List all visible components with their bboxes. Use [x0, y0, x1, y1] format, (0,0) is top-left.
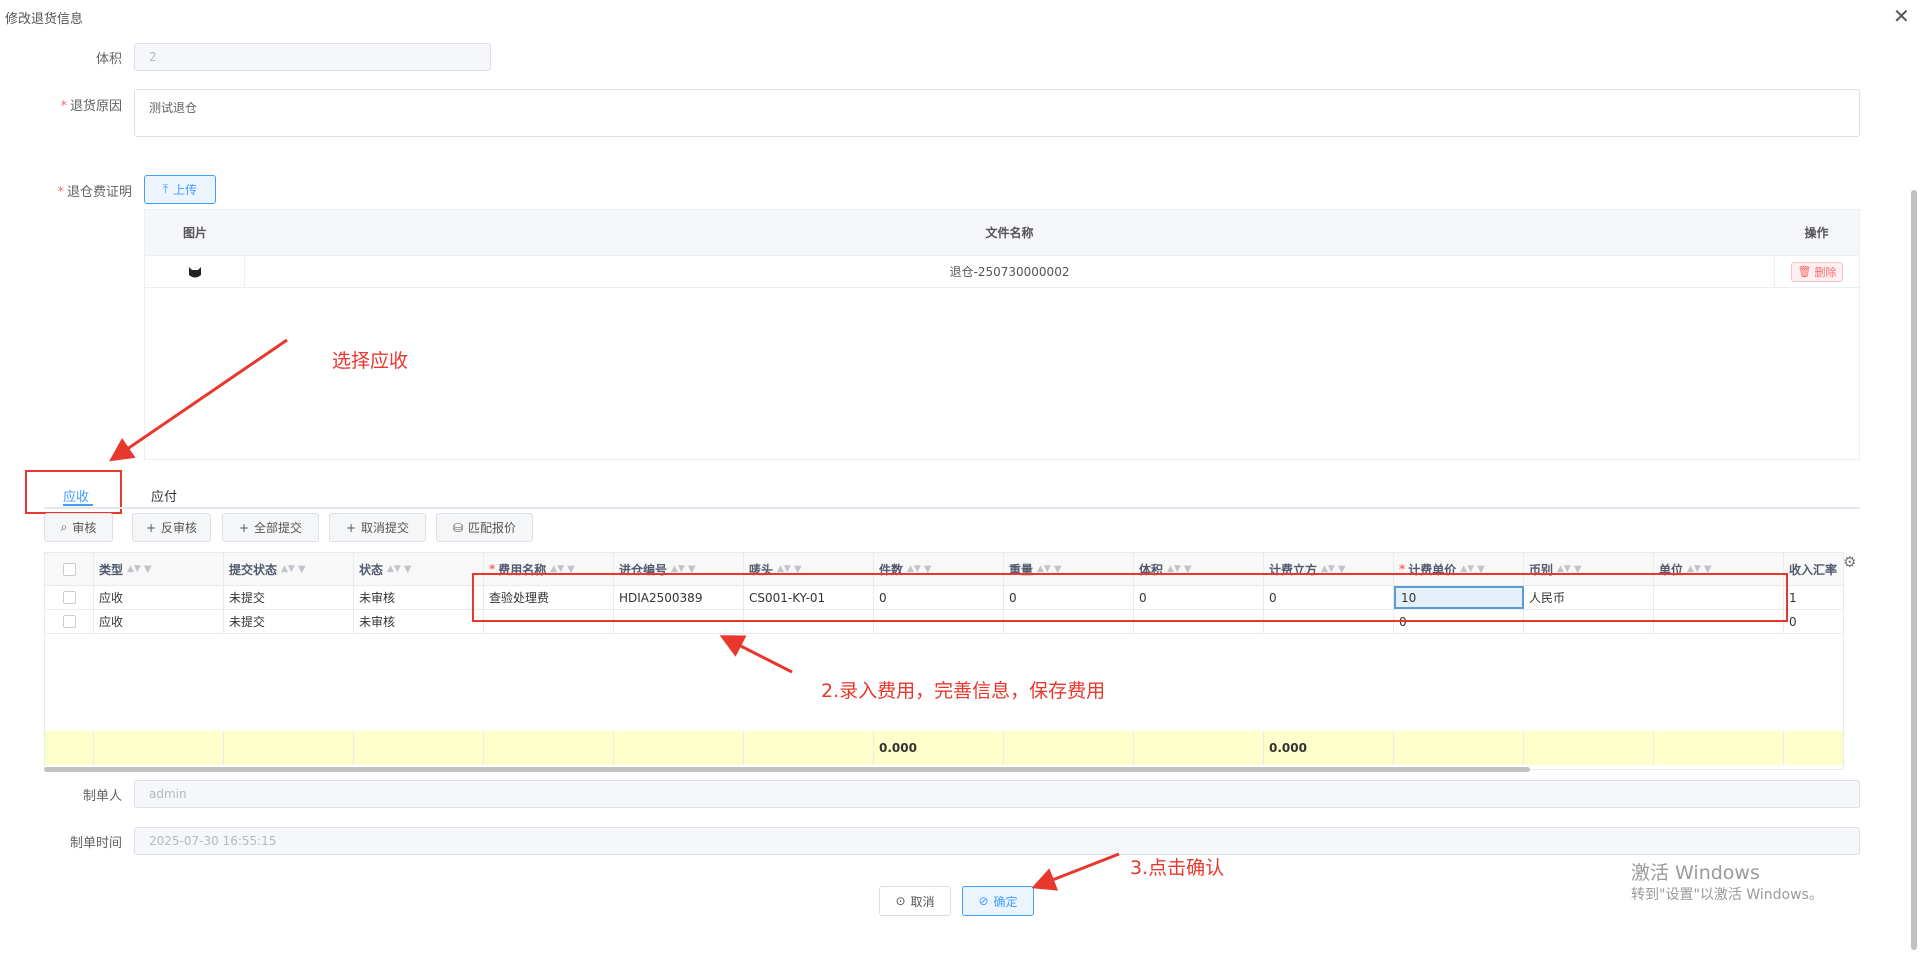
check-circle-icon: ⊘	[978, 894, 989, 908]
col-action: 操作	[1804, 226, 1829, 240]
sort-icon: ▲▼	[387, 564, 401, 574]
trash-icon: 🗑	[1797, 265, 1812, 278]
dialog-title: 修改退货信息	[5, 12, 84, 27]
col-image: 图片	[182, 226, 207, 240]
maker-label: 制单人	[82, 789, 122, 804]
unaudit-button[interactable]: + 反审核	[132, 513, 211, 542]
close-icon[interactable]: ✕	[1893, 4, 1910, 28]
row-checkbox[interactable]	[62, 591, 76, 604]
arrow-annotation-2	[719, 635, 793, 674]
highlight-box-row	[472, 573, 1788, 622]
upload-icon: ⤒	[162, 182, 169, 196]
windows-activation-title: 激活 Windows	[1631, 862, 1760, 884]
header-submit-status[interactable]: 提交状态 ▲▼ ▼	[224, 553, 354, 585]
confirm-button[interactable]: ⊘ 确定	[962, 886, 1034, 916]
annotation-step2: 2.录入费用，完善信息，保存费用	[821, 680, 1106, 702]
make-time-label: 制单时间	[69, 836, 122, 851]
sort-icon: ▲▼	[127, 564, 141, 574]
arrow-annotation-3	[1031, 852, 1120, 891]
return-reason-textarea[interactable]: 测试退仓	[134, 89, 1860, 137]
cancel-submit-button[interactable]: + 取消提交	[329, 513, 426, 542]
submit-all-button[interactable]: + 全部提交	[222, 513, 319, 542]
make-time-input[interactable]: 2025-07-30 16:55:15	[134, 827, 1860, 855]
proof-label: * 退仓费证明	[57, 185, 132, 200]
cell-income-rate[interactable]: 0	[1784, 610, 1843, 633]
match-quote-button[interactable]: ⛁ 匹配报价	[436, 513, 533, 542]
tab-receivable[interactable]: 应收	[63, 486, 89, 505]
windows-activation-subtitle: 转到"设置"以激活 Windows。	[1631, 887, 1823, 903]
header-type[interactable]: 类型 ▲▼ ▼	[94, 553, 224, 585]
summary-row: 0.000 0.000	[45, 731, 1843, 765]
filter-icon: ▼	[403, 563, 412, 575]
gear-icon[interactable]: ⚙	[1843, 553, 1856, 571]
annotation-step3: 3.点击确认	[1130, 857, 1225, 879]
file-thumbnail[interactable]	[145, 256, 245, 287]
grid-horizontal-scrollbar[interactable]	[44, 767, 1530, 772]
sum-pieces: 0.000	[874, 731, 1004, 765]
page-vertical-scrollbar[interactable]	[1911, 190, 1917, 950]
file-name: 退仓-250730000002	[949, 265, 1070, 279]
cell-submit-status[interactable]: 未提交	[224, 586, 354, 609]
plus-icon: +	[238, 520, 250, 535]
cell-type[interactable]: 应收	[94, 610, 224, 633]
tab-active-indicator	[63, 504, 93, 506]
plus-icon: +	[145, 520, 157, 535]
cancel-circle-icon: ⊙	[895, 894, 906, 908]
tab-divider	[44, 507, 1860, 509]
tab-payable[interactable]: 应付	[151, 486, 177, 505]
cell-status[interactable]: 未审核	[354, 610, 484, 633]
cell-income-rate[interactable]: 1	[1784, 586, 1843, 609]
plus-icon: +	[345, 520, 357, 535]
audit-button[interactable]: ⌕ 审核	[44, 513, 113, 542]
search-icon: ⌕	[60, 520, 68, 534]
filter-icon: ▼	[297, 563, 306, 575]
cell-submit-status[interactable]: 未提交	[224, 610, 354, 633]
sum-billing-cbm: 0.000	[1264, 731, 1394, 765]
sort-icon: ▲▼	[281, 564, 295, 574]
cancel-button[interactable]: ⊙ 取消	[879, 886, 951, 916]
select-all-checkbox[interactable]	[62, 562, 76, 576]
return-reason-label: * 退货原因	[60, 99, 122, 114]
arrow-annotation-1	[109, 338, 288, 462]
row-checkbox[interactable]	[62, 615, 76, 628]
delete-file-button[interactable]: 🗑 删除	[1790, 261, 1844, 282]
maker-input[interactable]: admin	[134, 780, 1860, 808]
cell-type[interactable]: 应收	[94, 586, 224, 609]
file-row: 退仓-250730000002 🗑 删除	[145, 256, 1859, 288]
upload-button[interactable]: ⤒ 上传	[144, 175, 216, 204]
volume-input[interactable]: 2	[134, 43, 491, 71]
file-table: 图片 文件名称 操作 退仓-250730000002 🗑 删除	[144, 209, 1860, 460]
cat-thumbnail-icon	[188, 266, 201, 277]
header-income-rate[interactable]: 收入汇率	[1784, 553, 1843, 585]
col-filename: 文件名称	[985, 226, 1034, 240]
header-status[interactable]: 状态 ▲▼ ▼	[354, 553, 484, 585]
filter-icon: ▼	[143, 563, 152, 575]
database-icon: ⛁	[452, 520, 464, 535]
annotation-step1: 选择应收	[332, 350, 409, 372]
volume-label: 体积	[95, 52, 122, 67]
cell-status[interactable]: 未审核	[354, 586, 484, 609]
